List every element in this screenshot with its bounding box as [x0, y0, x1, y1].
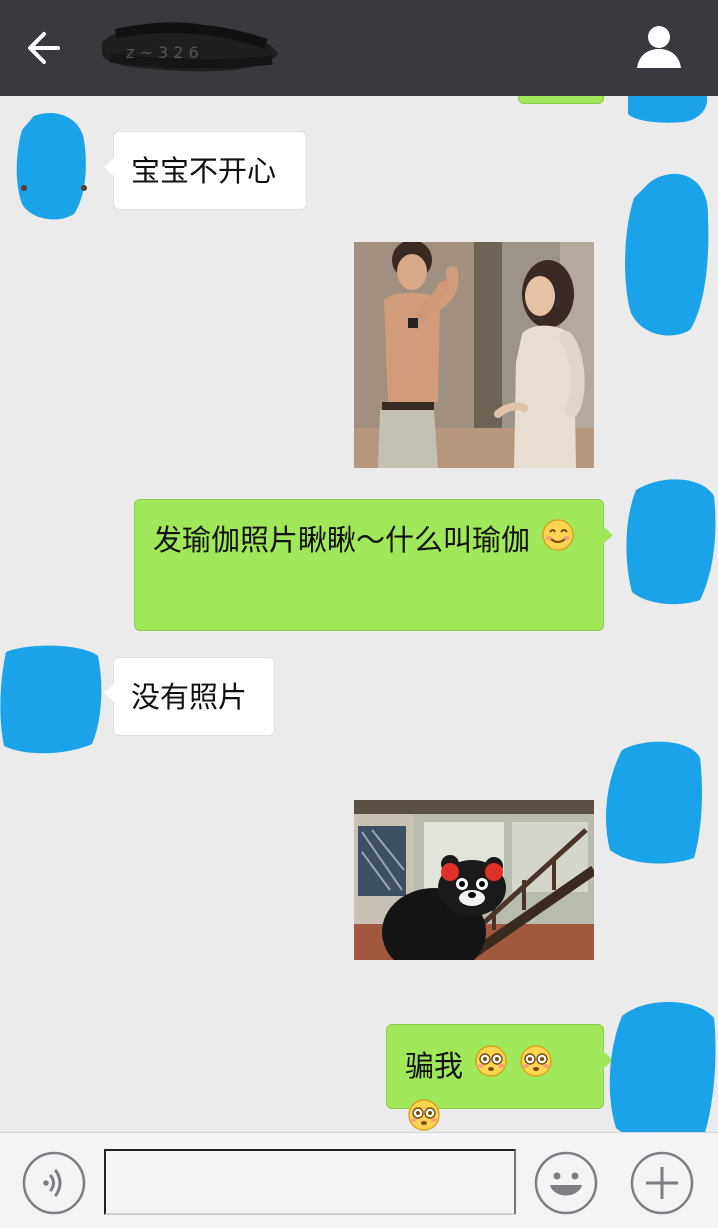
- message-text: 发瑜伽照片瞅瞅～什么叫瑜伽: [153, 523, 531, 557]
- arrow-left-icon: [28, 32, 60, 64]
- outgoing-image-message[interactable]: [354, 242, 594, 468]
- outgoing-message-bubble[interactable]: 发瑜伽照片瞅瞅～什么叫瑜伽: [134, 499, 613, 631]
- more-options-button[interactable]: [630, 1151, 694, 1215]
- plus-icon: [630, 1151, 694, 1215]
- contact-info-button[interactable]: [632, 22, 686, 74]
- redacted-contact-name: z ~ 3 2 6: [96, 14, 282, 76]
- voice-input-button[interactable]: [22, 1151, 86, 1215]
- kumamon-sticker-icon: [354, 800, 594, 960]
- my-avatar-redacted[interactable]: [624, 96, 710, 126]
- message-text: 没有照片: [131, 680, 248, 714]
- contact-avatar-redacted[interactable]: [14, 110, 90, 222]
- input-bar: [0, 1132, 718, 1228]
- dizzy-emoji-icon: [474, 1042, 508, 1094]
- emoji-icon: [534, 1151, 598, 1215]
- message-list[interactable]: 宝宝不开心 发瑜伽照片瞅瞅～什么叫瑜伽 没有照片 骗我: [0, 96, 718, 1132]
- outgoing-message-bubble[interactable]: 骗我: [386, 1024, 613, 1131]
- my-avatar-redacted[interactable]: [606, 996, 718, 1132]
- dizzy-emoji-icon: [519, 1042, 553, 1094]
- back-button[interactable]: [22, 26, 70, 70]
- message-input[interactable]: [104, 1149, 516, 1215]
- smile-emoji-icon: [541, 516, 575, 568]
- contact-avatar-redacted[interactable]: [0, 644, 104, 756]
- previous-message-bubble: [518, 96, 604, 104]
- outgoing-image-message[interactable]: [354, 800, 594, 960]
- svg-text:z ~ 3 2 6: z ~ 3 2 6: [126, 43, 199, 62]
- my-avatar-redacted[interactable]: [622, 476, 718, 608]
- my-avatar-redacted[interactable]: [620, 168, 712, 340]
- message-text: 骗我: [405, 1049, 464, 1083]
- title-bar: z ~ 3 2 6: [0, 0, 718, 96]
- emoji-button[interactable]: [534, 1151, 598, 1215]
- person-icon: [637, 26, 681, 68]
- my-avatar-redacted[interactable]: [602, 740, 704, 868]
- photo-couple-icon: [354, 242, 594, 468]
- voice-icon: [22, 1151, 86, 1215]
- incoming-message-bubble[interactable]: 没有照片: [104, 657, 275, 736]
- dizzy-emoji-icon: [407, 1096, 441, 1132]
- incoming-message-bubble[interactable]: 宝宝不开心: [104, 131, 307, 210]
- message-text: 宝宝不开心: [131, 154, 277, 188]
